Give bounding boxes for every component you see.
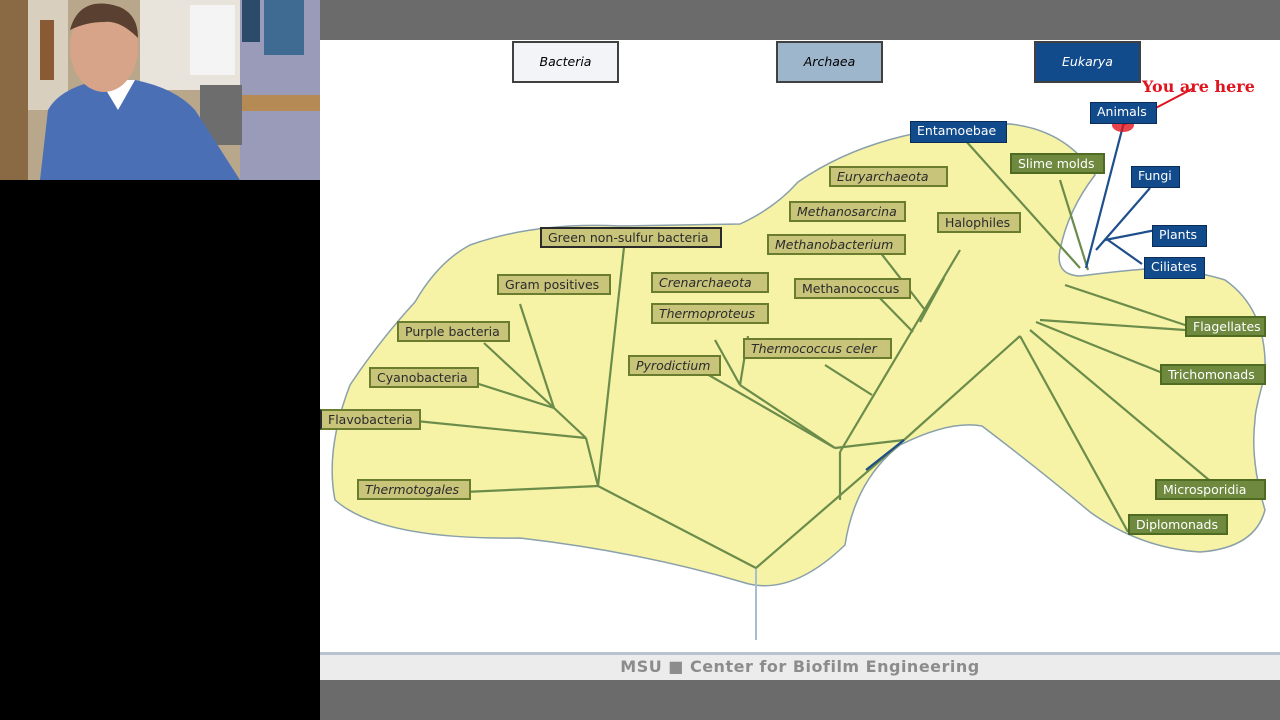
label-euryarchaeota: Euryarchaeota: [829, 166, 948, 187]
label-halophiles: Halophiles: [937, 212, 1021, 233]
you-are-here-label: You are here: [1142, 77, 1255, 96]
label-fungi: Fungi: [1131, 166, 1180, 188]
phylogenetic-tree-slide: Bacteria Archaea Eukarya You are here Gr…: [320, 40, 1280, 680]
label-green-non-sulfur-bacteria: Green non-sulfur bacteria: [540, 227, 722, 248]
label-entamoebae: Entamoebae: [910, 121, 1007, 143]
top-bar: [320, 0, 1280, 40]
label-crenarchaeota: Crenarchaeota: [651, 272, 769, 293]
footer-text: MSU ■ Center for Biofilm Engineering: [620, 657, 980, 676]
black-panel: [0, 180, 320, 720]
label-flavobacteria: Flavobacteria: [320, 409, 421, 430]
label-thermotogales: Thermotogales: [357, 479, 471, 500]
label-gram-positives: Gram positives: [497, 274, 611, 295]
domain-bacteria: Bacteria: [512, 41, 619, 83]
label-pyrodictium: Pyrodictium: [628, 355, 721, 376]
label-microsporidia: Microsporidia: [1155, 479, 1266, 500]
label-flagellates: Flagellates: [1185, 316, 1266, 337]
label-methanococcus: Methanococcus: [794, 278, 911, 299]
label-ciliates: Ciliates: [1144, 257, 1205, 279]
slide-footer: MSU ■ Center for Biofilm Engineering: [320, 652, 1280, 680]
label-methanobacterium: Methanobacterium: [767, 234, 906, 255]
label-methanosarcina: Methanosarcina: [789, 201, 906, 222]
label-trichomonads: Trichomonads: [1160, 364, 1266, 385]
presenter-video-image: [0, 0, 320, 180]
label-thermoproteus: Thermoproteus: [651, 303, 769, 324]
label-thermococcus-celer: Thermococcus celer: [743, 338, 892, 359]
tree-drawing: [331, 87, 1266, 640]
label-purple-bacteria: Purple bacteria: [397, 321, 510, 342]
label-cyanobacteria: Cyanobacteria: [369, 367, 479, 388]
domain-archaea: Archaea: [776, 41, 883, 83]
label-slime-molds: Slime molds: [1010, 153, 1105, 174]
domain-eukarya: Eukarya: [1034, 41, 1141, 83]
bottom-bar: [320, 680, 1280, 720]
presenter-webcam: [0, 0, 320, 180]
label-diplomonads: Diplomonads: [1128, 514, 1228, 535]
label-animals: Animals: [1090, 102, 1157, 124]
label-plants: Plants: [1152, 225, 1207, 247]
